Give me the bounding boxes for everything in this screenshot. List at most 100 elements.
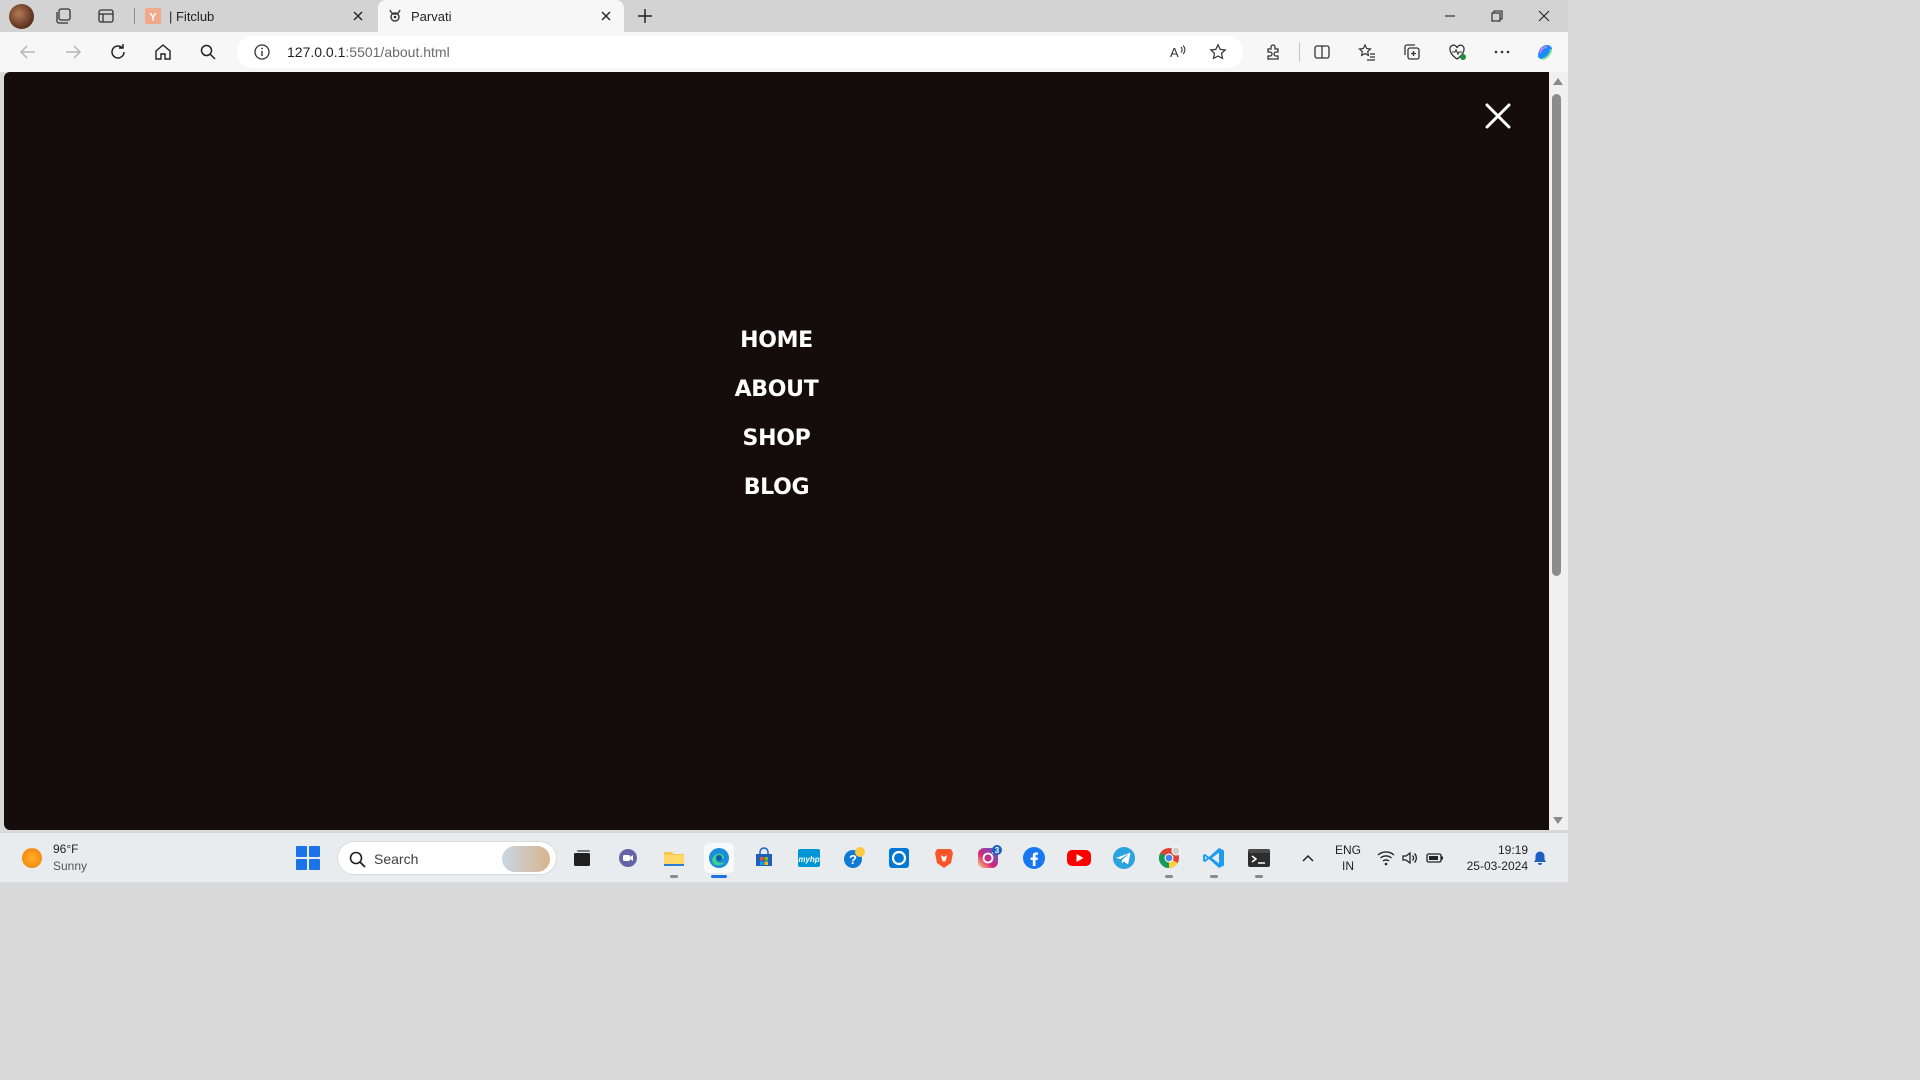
edge-browser-icon[interactable] [704, 843, 734, 878]
scroll-down-arrow[interactable] [1553, 817, 1563, 824]
read-aloud-icon[interactable]: A [1168, 42, 1188, 62]
nav-item-about: ABOUT [4, 377, 1549, 426]
telegram-icon[interactable] [1109, 843, 1139, 873]
favorite-star-icon[interactable] [1208, 42, 1228, 62]
address-bar[interactable]: 127.0.0.1:5501/about.html A [237, 36, 1243, 68]
vscode-icon[interactable] [1199, 843, 1229, 878]
task-view-icon[interactable] [567, 843, 597, 873]
tab-fitclub[interactable]: Y | Fitclub [136, 0, 376, 32]
running-indicator [1255, 875, 1263, 878]
notification-bell-icon[interactable] [1531, 849, 1549, 867]
extensions-icon[interactable] [1262, 41, 1284, 63]
wifi-icon[interactable] [1377, 849, 1395, 867]
youtube-icon[interactable] [1064, 843, 1094, 873]
nav-link-about[interactable]: ABOUT [735, 377, 819, 402]
running-indicator [1210, 875, 1218, 878]
cortana-icon[interactable] [884, 843, 914, 873]
facebook-icon[interactable] [1019, 843, 1049, 873]
nav-item-home: HOME [4, 328, 1549, 377]
browser-essentials-icon[interactable] [1446, 41, 1468, 63]
home-icon[interactable] [152, 41, 174, 63]
search-icon[interactable] [197, 41, 219, 63]
tab-title: | Fitclub [169, 8, 215, 24]
url-host: 127.0.0.1 [287, 44, 346, 60]
nav-link-shop[interactable]: SHOP [743, 426, 811, 451]
collections-icon[interactable] [1401, 41, 1423, 63]
language-code: ENG [1334, 843, 1361, 857]
sun-icon[interactable] [22, 848, 42, 868]
windows-logo-pane [309, 846, 320, 857]
browser-toolbar: 127.0.0.1:5501/about.html A [0, 32, 1568, 72]
tab-parvati[interactable]: Parvati [378, 0, 624, 32]
fitclub-y-favicon: Y [145, 8, 161, 24]
search-highlight-image [502, 846, 550, 872]
system-clock[interactable]: 19:19 25-03-2024 [1456, 842, 1528, 874]
tab-separator [134, 8, 135, 24]
taskbar-search[interactable]: Search [337, 841, 557, 875]
nav-menu: HOME ABOUT SHOP BLOG [4, 328, 1549, 524]
scroll-up-arrow[interactable] [1553, 78, 1563, 85]
volume-icon[interactable] [1401, 849, 1419, 867]
brave-browser-icon[interactable] [929, 843, 959, 873]
tab-title: Parvati [411, 8, 452, 24]
start-button[interactable] [296, 846, 320, 870]
site-info-icon[interactable] [253, 43, 271, 61]
minimize-icon[interactable] [1440, 6, 1460, 26]
microsoft-store-icon[interactable] [749, 843, 779, 873]
forward-icon[interactable] [62, 41, 84, 63]
clock-date: 25-03-2024 [1466, 859, 1528, 873]
nav-link-blog[interactable]: BLOG [744, 475, 810, 500]
clock-time: 19:19 [1497, 843, 1528, 857]
restore-icon[interactable] [1487, 6, 1507, 26]
windows-logo-pane [296, 859, 307, 870]
windows-logo-pane [309, 859, 320, 870]
get-help-icon[interactable]: ? [839, 843, 869, 873]
instagram-icon[interactable]: 3 [974, 843, 1004, 873]
windows-taskbar: 96°F Sunny Search myhp ? 3 ENG IN 19:19 … [0, 832, 1568, 882]
input-language[interactable]: ENG IN [1334, 842, 1362, 874]
refresh-icon[interactable] [107, 41, 129, 63]
nav-item-blog: BLOG [4, 475, 1549, 524]
split-screen-icon[interactable] [1311, 41, 1333, 63]
svg-text:myhp: myhp [798, 855, 819, 864]
url-path: :5501/about.html [345, 44, 450, 60]
search-placeholder: Search [374, 851, 419, 867]
weather-temperature[interactable]: 96°F [53, 842, 78, 856]
windows-logo-pane [296, 846, 307, 857]
svg-text:A: A [1170, 45, 1179, 60]
favorites-icon[interactable] [1356, 41, 1378, 63]
page-viewport: HOME ABOUT SHOP BLOG [4, 72, 1549, 830]
vertical-tabs-icon[interactable] [96, 6, 116, 26]
battery-icon[interactable] [1426, 849, 1444, 867]
running-indicator [1165, 875, 1173, 878]
weather-condition[interactable]: Sunny [53, 859, 87, 873]
url-text[interactable]: 127.0.0.1:5501/about.html [287, 44, 450, 60]
chrome-icon[interactable] [1154, 843, 1184, 878]
tab-strip: Y | Fitclub Parvati [0, 0, 1568, 32]
running-indicator [670, 875, 678, 878]
vertical-scrollbar[interactable] [1549, 72, 1568, 830]
nav-link-home[interactable]: HOME [740, 328, 813, 353]
myhp-app-icon[interactable]: myhp [794, 843, 824, 873]
copilot-icon[interactable] [1534, 41, 1556, 63]
scroll-thumb[interactable] [1552, 94, 1561, 576]
toolbar-divider [1299, 42, 1300, 62]
nav-item-shop: SHOP [4, 426, 1549, 475]
menu-close-icon[interactable] [1482, 100, 1514, 132]
language-region: IN [1342, 859, 1354, 873]
close-icon[interactable] [596, 6, 616, 26]
parvati-favicon [387, 8, 403, 24]
window-close-icon[interactable] [1534, 6, 1554, 26]
file-explorer-icon[interactable] [659, 843, 689, 878]
more-options-icon[interactable] [1491, 41, 1513, 63]
teams-chat-icon[interactable] [613, 843, 643, 873]
svg-text:Y: Y [149, 12, 157, 24]
workspaces-icon[interactable] [53, 6, 73, 26]
profile-avatar[interactable] [9, 4, 34, 29]
terminal-icon[interactable] [1244, 843, 1274, 878]
new-tab-button[interactable] [634, 5, 656, 27]
chevron-up-icon[interactable] [1299, 849, 1317, 867]
active-indicator [711, 875, 727, 878]
close-icon[interactable] [348, 6, 368, 26]
back-icon[interactable] [17, 41, 39, 63]
